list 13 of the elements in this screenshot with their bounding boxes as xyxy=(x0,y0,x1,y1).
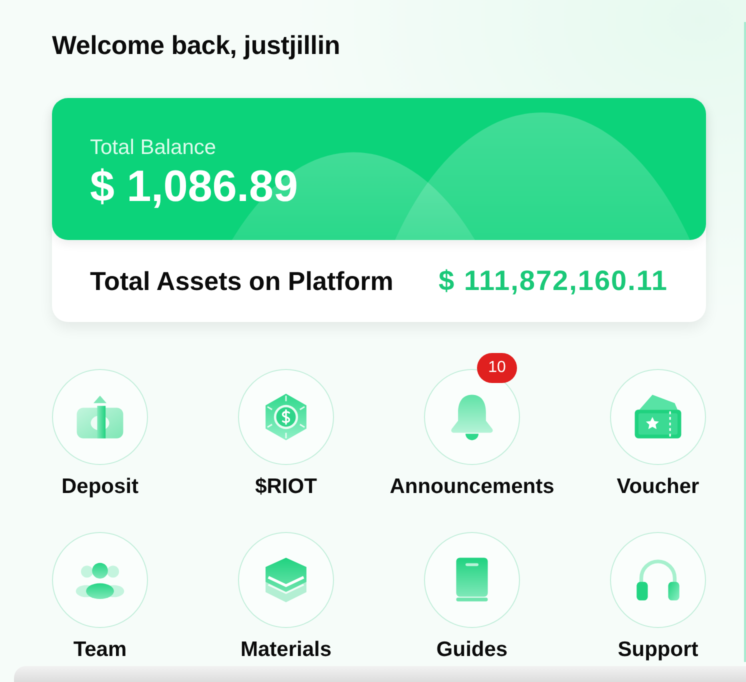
shortcut-button[interactable]: Guides xyxy=(424,532,520,661)
assets-label: Total Assets on Platform xyxy=(90,265,394,297)
assets-value: $ 111,872,160.11 xyxy=(438,265,668,297)
notification-badge: 10 xyxy=(477,353,517,383)
welcome-heading: Welcome back, justjillin xyxy=(52,29,342,61)
shortcut-button[interactable]: $RIOT xyxy=(238,369,334,498)
shortcut-button[interactable]: Support xyxy=(610,532,706,661)
balance-label: Total Balance xyxy=(90,135,216,161)
balance-amount: $ 1,086.89 xyxy=(90,162,298,212)
shortcut-button[interactable]: Materials xyxy=(238,532,334,661)
shortcut-button[interactable]: Deposit xyxy=(52,369,148,498)
shortcut-button[interactable]: Team xyxy=(52,532,148,661)
shortcut-button[interactable]: Voucher xyxy=(610,369,706,498)
